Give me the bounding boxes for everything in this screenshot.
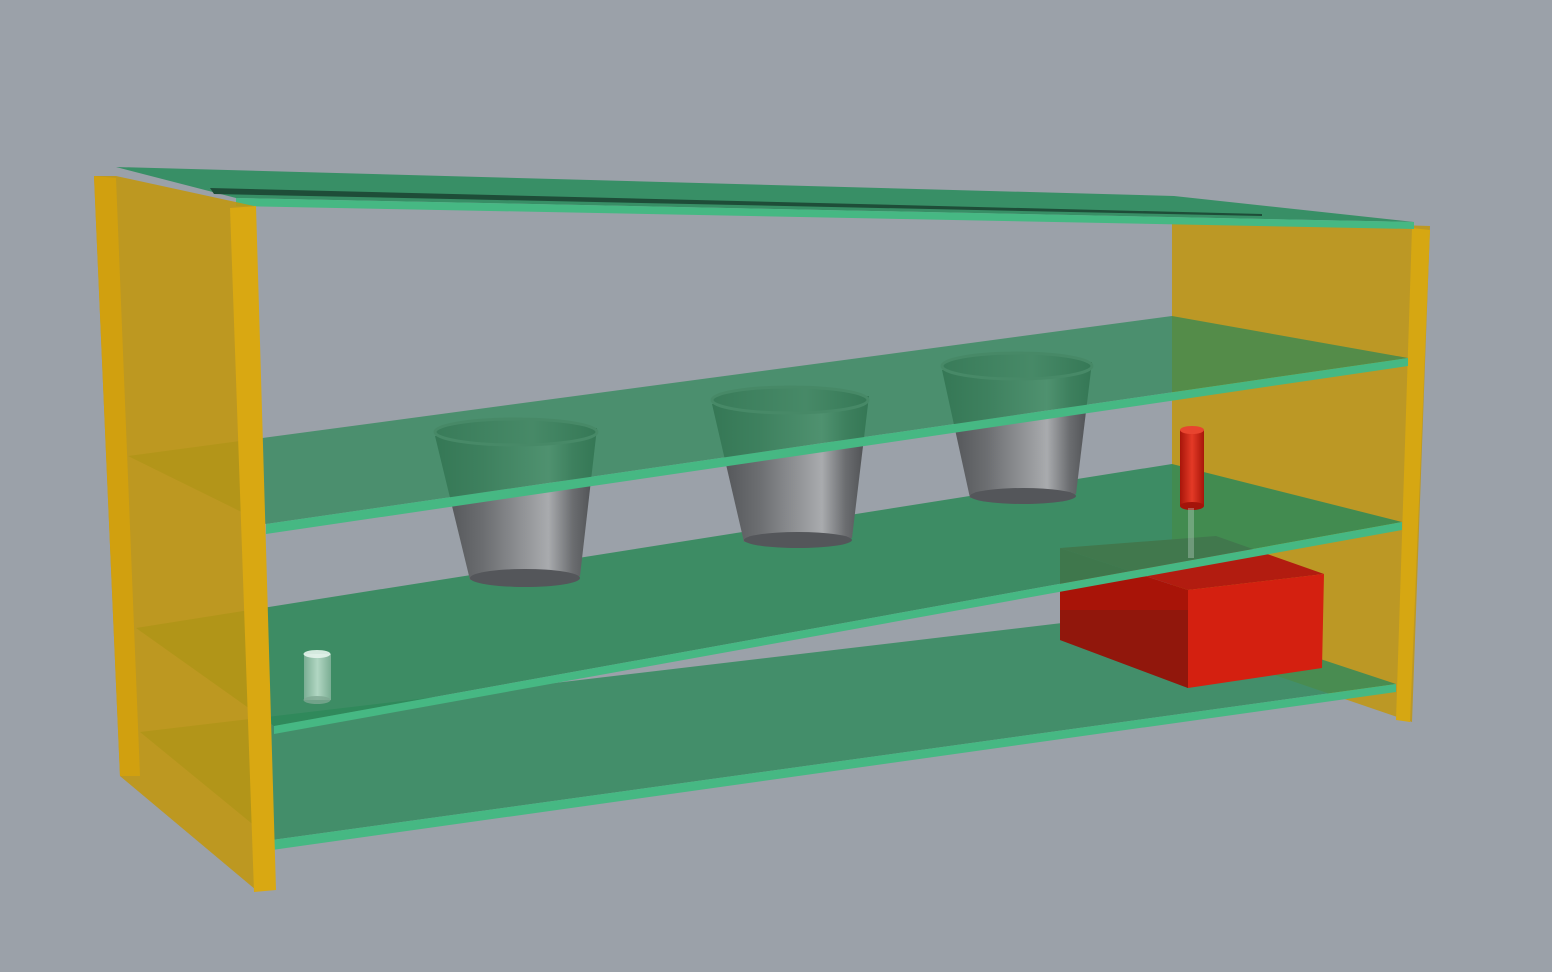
left-side-panel[interactable] <box>94 176 276 892</box>
3d-viewport[interactable] <box>0 0 1552 972</box>
top-shelf[interactable] <box>116 167 1414 229</box>
small-glass-cylinder[interactable] <box>303 650 332 704</box>
scene-canvas <box>94 167 1430 892</box>
